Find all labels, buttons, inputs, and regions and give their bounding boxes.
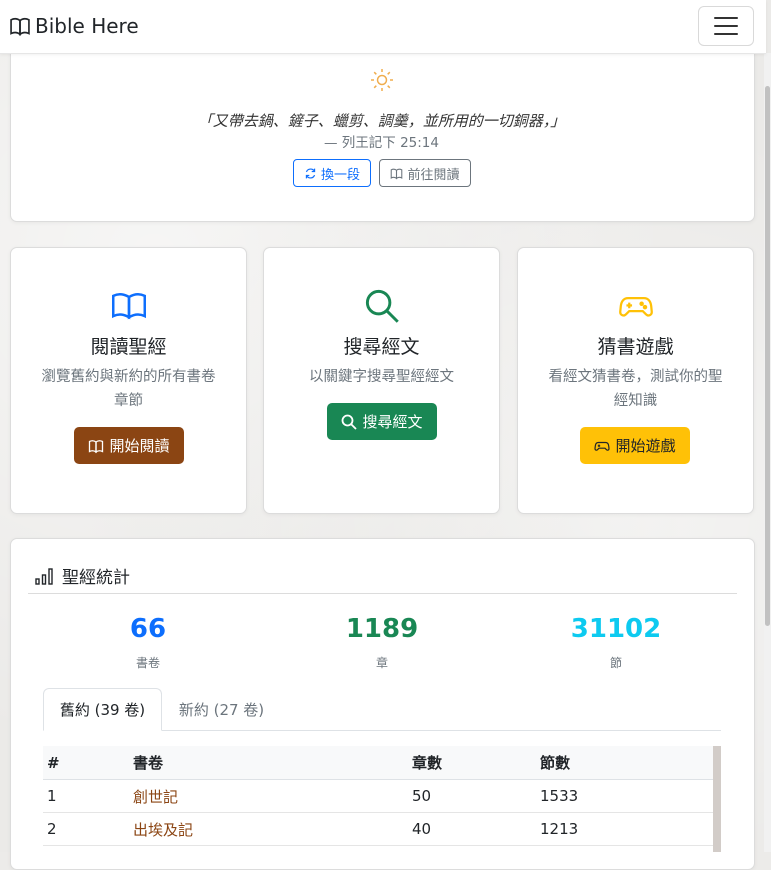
goto-reading-button[interactable]: 前往閱讀: [379, 159, 471, 187]
book-icon: [89, 439, 104, 453]
hamburger-icon-bar: [714, 17, 738, 19]
book-open-icon: [111, 293, 146, 320]
refresh-verse-button[interactable]: 換一段: [293, 159, 371, 187]
column-header-chapters: 章數: [408, 746, 536, 780]
stat-chapters: 1189 章: [282, 614, 482, 671]
page-scroll-thumb[interactable]: [765, 86, 770, 626]
start-reading-button[interactable]: 開始閱讀: [74, 427, 184, 464]
start-game-label: 開始遊戲: [615, 437, 676, 455]
gamepad-icon: [594, 441, 611, 451]
row-chapters: 40: [408, 812, 536, 846]
search-verses-label: 搜尋經文: [362, 413, 423, 431]
feature-card-search: 搜尋經文 以關鍵字搜尋聖經經文 搜尋經文: [263, 247, 500, 514]
feature-description: 以關鍵字搜尋聖經經文: [309, 369, 454, 385]
hamburger-icon-bar: [714, 33, 738, 35]
gamepad-icon: [618, 297, 653, 317]
verse-text: 「又帶去鍋、鏟子、蠟剪、調羹，並所用的一切銅器，」: [197, 112, 566, 130]
search-icon: [365, 289, 399, 323]
column-header-number: #: [43, 746, 129, 780]
book-icon: [391, 168, 403, 179]
stat-verses: 31102 節: [516, 614, 716, 671]
row-chapters: 50: [408, 779, 536, 813]
refresh-icon: [305, 167, 316, 179]
start-game-button[interactable]: 開始遊戲: [580, 427, 690, 464]
stat-value: 31102: [570, 614, 662, 644]
goto-reading-label: 前往閱讀: [407, 167, 460, 183]
tab-new-testament[interactable]: 新約 (27 卷): [164, 688, 279, 730]
stat-label: 書卷: [135, 656, 160, 670]
books-table: # 書卷 章數 節數 1 創世記 50 1533 2 出埃及記 40 1213: [43, 746, 713, 846]
refresh-verse-label: 換一段: [320, 167, 360, 183]
table-row: 1 創世記 50 1533: [43, 779, 713, 813]
stats-header: 聖經統計: [34, 563, 130, 588]
book-link[interactable]: 出埃及記: [133, 821, 193, 839]
hamburger-icon-bar: [714, 25, 738, 27]
tab-old-testament[interactable]: 舊約 (39 卷): [43, 688, 162, 731]
feature-card-game: 猜書遊戲 看經文猜書卷，測試你的聖經知識 開始遊戲: [517, 247, 754, 514]
row-verses: 1533: [536, 779, 713, 813]
brand-name: Bible Here: [35, 14, 139, 38]
stat-value: 1189: [345, 614, 419, 644]
table-scrollbar[interactable]: [713, 746, 721, 852]
column-header-verses: 節數: [536, 746, 713, 780]
row-number: 2: [43, 812, 129, 846]
book-icon: [10, 18, 30, 36]
bar-chart-icon: [35, 567, 53, 585]
feature-title: 搜尋經文: [343, 336, 420, 358]
table-header-row: # 書卷 章數 節數: [43, 746, 713, 780]
search-verses-button[interactable]: 搜尋經文: [327, 403, 437, 440]
row-verses: 1213: [536, 812, 713, 846]
row-number: 1: [43, 779, 129, 813]
feature-description: 看經文猜書卷，測試你的聖經知識: [548, 369, 723, 409]
feature-title: 閱讀聖經: [90, 336, 167, 358]
divider: [28, 593, 737, 594]
stats-title: 聖經統計: [62, 568, 130, 588]
sun-icon: [371, 69, 393, 91]
menu-toggle-button[interactable]: [698, 6, 754, 46]
verse-reference: — 列王記下 25:14: [324, 135, 439, 151]
stat-books: 66 書卷: [48, 614, 248, 671]
start-reading-label: 開始閱讀: [109, 437, 170, 455]
stat-label: 節: [609, 656, 622, 670]
table-row: 2 出埃及記 40 1213: [43, 812, 713, 846]
navbar: Bible Here: [0, 0, 766, 54]
feature-title: 猜書遊戲: [597, 336, 674, 358]
stat-value: 66: [129, 614, 167, 644]
search-icon: [342, 414, 358, 430]
stat-label: 章: [375, 656, 388, 670]
feature-card-read: 閱讀聖經 瀏覽舊約與新約的所有書卷章節 開始閱讀: [10, 247, 247, 514]
book-link[interactable]: 創世記: [133, 788, 178, 806]
feature-description: 瀏覽舊約與新約的所有書卷章節: [41, 369, 216, 409]
column-header-book: 書卷: [129, 746, 408, 780]
brand-link[interactable]: Bible Here: [9, 14, 139, 38]
